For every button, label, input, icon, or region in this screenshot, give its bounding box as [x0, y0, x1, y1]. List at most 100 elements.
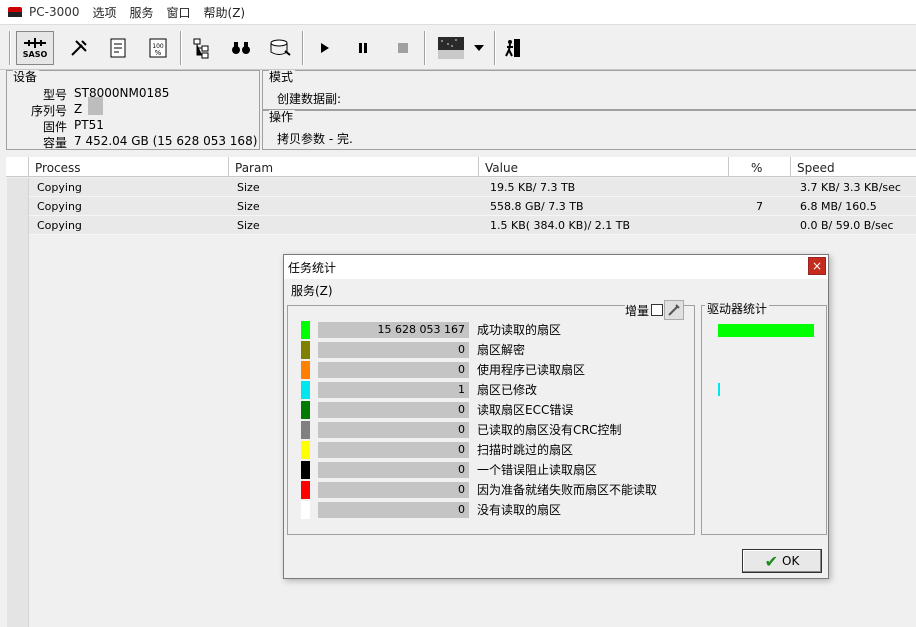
stat-color-swatch [301, 421, 310, 439]
scroll-icon [110, 38, 126, 58]
saso-label: SASO [22, 50, 48, 59]
menu-window[interactable]: 窗口 [167, 4, 191, 21]
operation-text: 拷贝参数 - 完. [277, 132, 353, 146]
app-logo-icon [7, 6, 23, 18]
capacity-value: 7 452.04 GB (15 628 053 168) [74, 134, 258, 148]
stat-value: 0 [318, 422, 469, 438]
operation-panel-title: 操作 [269, 110, 296, 124]
stat-color-swatch [301, 381, 310, 399]
mode-text: 创建数据副: [277, 92, 342, 106]
saso-button[interactable]: SASO [16, 31, 54, 65]
map-button[interactable] [434, 31, 468, 65]
stat-row: 0 因为准备就绪失败而扇区不能读取 [297, 481, 687, 499]
dialog-title: 任务统计 [288, 261, 337, 275]
cell-process: Copying [37, 181, 82, 194]
pause-button[interactable] [352, 31, 374, 65]
brush-icon [668, 304, 680, 316]
disk-button[interactable] [266, 31, 294, 65]
drive-stats-panel [701, 305, 827, 535]
firmware-value: PT51 [74, 118, 104, 132]
tools-button[interactable] [66, 31, 92, 65]
percent-button[interactable]: 100% [144, 31, 172, 65]
exit-button[interactable] [502, 31, 524, 65]
map-dropdown[interactable] [472, 31, 486, 65]
cell-process: Copying [37, 219, 82, 232]
column-header-percent[interactable]: % [728, 157, 790, 177]
cell-process: Copying [37, 200, 82, 213]
tools-icon [71, 40, 87, 56]
stat-row: 0 使用程序已读取扇区 [297, 361, 687, 379]
percent-scroll-icon: 100% [149, 38, 167, 58]
column-header-value[interactable]: Value [478, 157, 728, 177]
cell-percent: 7 [756, 200, 763, 213]
clear-button[interactable] [664, 300, 685, 320]
tree-icon [193, 38, 209, 59]
serial-label: 序列号 [30, 104, 67, 118]
stat-value: 0 [318, 442, 469, 458]
column-header-param[interactable]: Param [228, 157, 478, 177]
stat-row: 0 没有读取的扇区 [297, 501, 687, 519]
stat-row: 0 一个错误阻止读取扇区 [297, 461, 687, 479]
model-label: 型号 [42, 88, 67, 102]
log-button[interactable] [104, 31, 132, 65]
pause-icon [359, 43, 367, 53]
table-row[interactable]: Copying Size 19.5 KB/ 7.3 TB 3.7 KB/ 3.3… [26, 178, 916, 197]
stat-label: 没有读取的扇区 [477, 503, 562, 517]
cell-param: Size [237, 200, 260, 213]
drive-stats-title: 驱动器统计 [705, 300, 770, 317]
cell-param: Size [237, 181, 260, 194]
cell-param: Size [237, 219, 260, 232]
toolbar-separator [302, 31, 304, 65]
stat-color-swatch [301, 341, 310, 359]
tree-button[interactable] [188, 31, 214, 65]
dialog-title-bar[interactable]: 任务统计 × [284, 255, 828, 279]
table-row[interactable]: Copying Size 558.8 GB/ 7.3 TB 7 6.8 MB/ … [26, 197, 916, 232]
stat-row: 0 扇区解密 [297, 341, 687, 359]
stat-value: 0 [318, 402, 469, 418]
stat-value: 0 [318, 342, 469, 358]
stat-value: 0 [318, 362, 469, 378]
row-selector-strip [7, 178, 29, 627]
task-statistics-dialog: 任务统计 × 服务(Z) 增量 驱动器统计 15 628 053 167 成功读取… [283, 254, 829, 579]
disk-icon [270, 39, 291, 56]
stat-color-swatch [301, 361, 310, 379]
table-header: Process Param Value % Speed [6, 157, 916, 177]
menu-service[interactable]: 服务 [130, 4, 154, 21]
stat-label: 一个错误阻止读取扇区 [477, 463, 598, 477]
stat-value: 0 [318, 462, 469, 478]
toolbar-separator [180, 31, 182, 65]
firmware-label: 固件 [42, 120, 67, 134]
dialog-menu-service[interactable]: 服务(Z) [291, 282, 333, 299]
serial-redaction [88, 97, 103, 115]
search-button[interactable] [228, 31, 254, 65]
stat-row: 1 扇区已修改 [297, 381, 687, 399]
stop-button[interactable] [392, 31, 414, 65]
table-row[interactable]: Copying Size 1.5 KB( 384.0 KB)/ 2.1 TB 0… [26, 216, 916, 235]
drive-stats-modified-mark [718, 383, 720, 396]
saso-icon [24, 38, 46, 48]
toolbar: SASO 100% [0, 24, 916, 70]
menu-help[interactable]: 帮助(Z) [204, 4, 246, 21]
stat-value: 1 [318, 382, 469, 398]
cell-speed: 3.7 KB/ 3.3 KB/sec [800, 181, 901, 194]
increment-label: 增量 [625, 303, 650, 318]
column-header-speed[interactable]: Speed [790, 157, 916, 177]
stat-label: 已读取的扇区没有CRC控制 [477, 423, 622, 437]
increment-checkbox[interactable] [651, 304, 664, 316]
stat-color-swatch [301, 321, 310, 339]
stat-label: 成功读取的扇区 [477, 323, 562, 337]
stat-label: 扫描时跳过的扇区 [477, 443, 574, 457]
cell-speed: 0.0 B/ 59.0 B/sec [800, 219, 894, 232]
serial-value: Z [74, 102, 83, 116]
menu-options[interactable]: 选项 [92, 4, 116, 21]
stat-color-swatch [301, 461, 310, 479]
stat-label: 扇区已修改 [477, 383, 538, 397]
map-thumbnail-icon [438, 37, 464, 59]
ok-button[interactable]: ✔ OK [742, 549, 822, 573]
play-button[interactable] [314, 31, 336, 65]
cell-value: 19.5 KB/ 7.3 TB [490, 181, 576, 194]
app-title: PC-3000 [29, 5, 80, 19]
column-header-process[interactable]: Process [28, 157, 228, 177]
stat-value: 0 [318, 502, 469, 518]
close-button[interactable]: × [808, 257, 826, 275]
